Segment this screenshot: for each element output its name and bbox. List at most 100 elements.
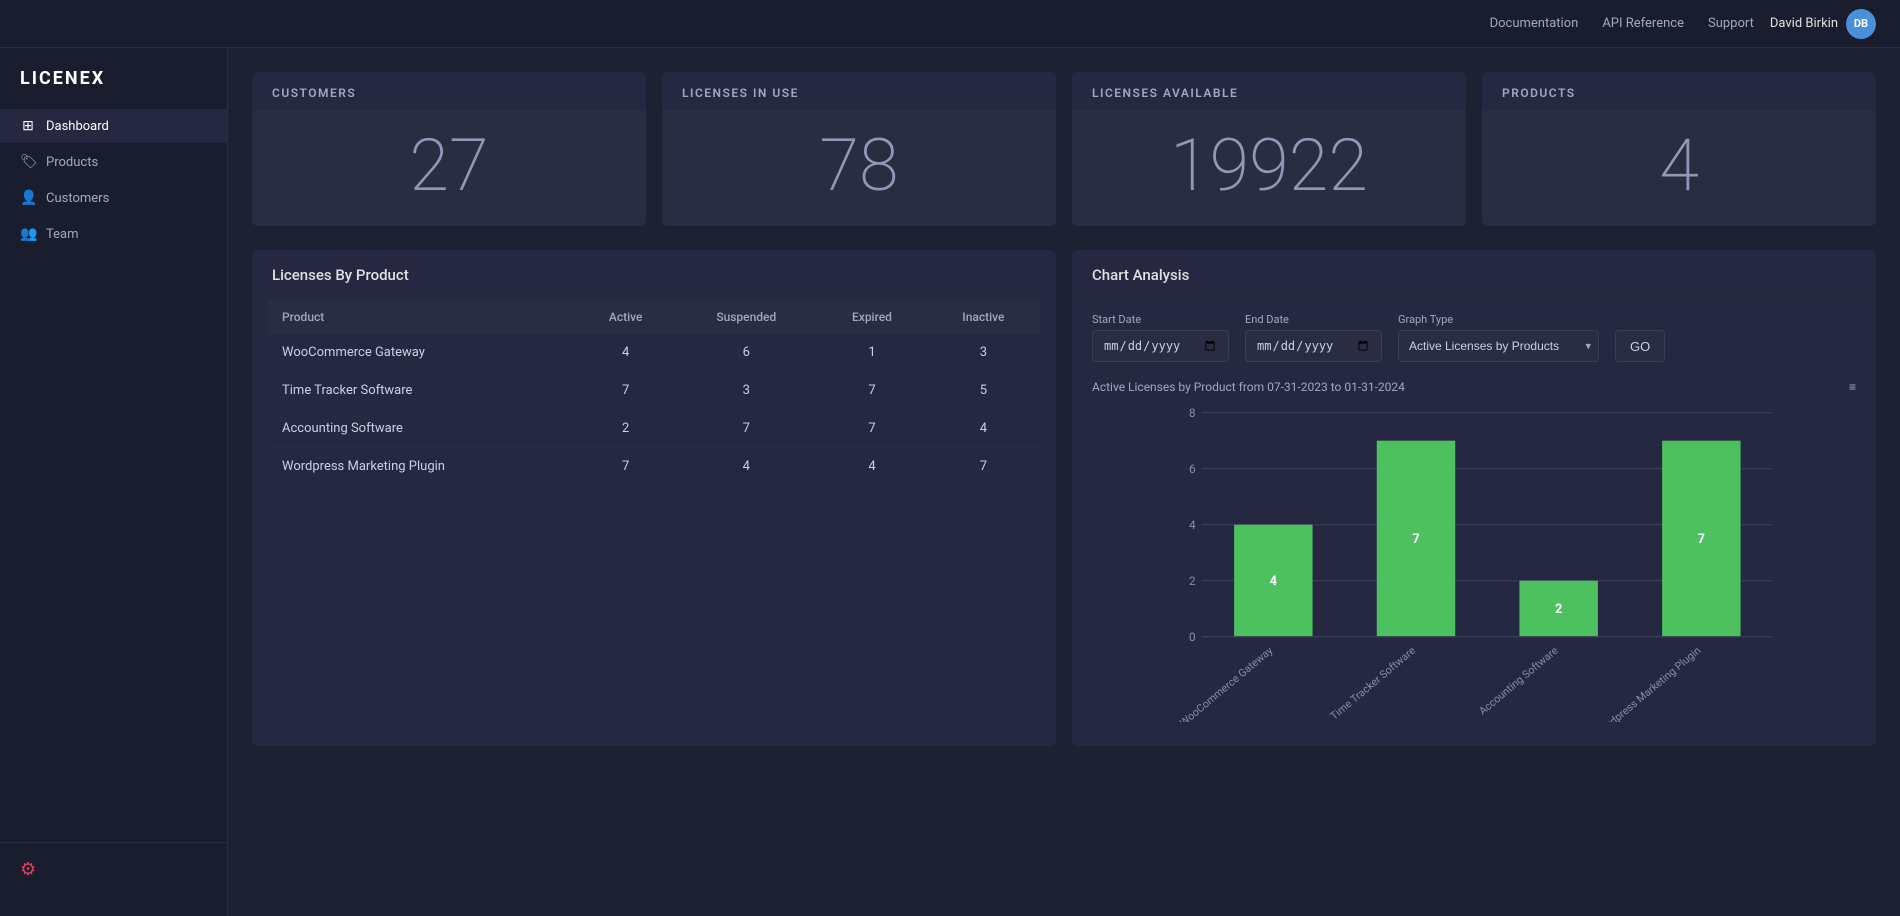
person-icon: 👤	[20, 190, 36, 206]
sidebar-item-team[interactable]: 👥 Team	[0, 217, 227, 251]
cell-suspended: 4	[675, 448, 817, 486]
cell-active: 7	[576, 372, 675, 410]
svg-text:7: 7	[1412, 532, 1419, 547]
stats-row: CUSTOMERS 27 LICENSES IN USE 78 LICENSES…	[252, 72, 1876, 226]
stat-card-licenses-available: LICENSES AVAILABLE 19922	[1072, 72, 1466, 226]
main-content: CUSTOMERS 27 LICENSES IN USE 78 LICENSES…	[228, 48, 1900, 916]
sidebar-label-customers: Customers	[46, 191, 109, 206]
team-icon: 👥	[20, 226, 36, 242]
sidebar-label-dashboard: Dashboard	[46, 119, 109, 134]
stat-label-licenses-in-use: LICENSES IN USE	[662, 72, 1056, 110]
table-row: Time Tracker Software 7 3 7 5	[268, 372, 1040, 410]
col-suspended: Suspended	[675, 300, 817, 334]
sidebar-footer: ⚙	[0, 842, 227, 896]
chart-menu-icon[interactable]: ≡	[1849, 380, 1856, 394]
cell-inactive: 5	[927, 372, 1040, 410]
start-date-group: Start Date	[1092, 313, 1229, 362]
api-reference-link[interactable]: API Reference	[1602, 16, 1684, 31]
svg-text:8: 8	[1189, 406, 1196, 420]
graph-type-select[interactable]: Active Licenses by ProductsActive Licens…	[1398, 330, 1599, 362]
chart-panel-title: Chart Analysis	[1072, 250, 1876, 299]
svg-text:Accounting Software: Accounting Software	[1476, 644, 1561, 718]
licenses-panel-title: Licenses By Product	[252, 250, 1056, 300]
sidebar-item-customers[interactable]: 👤 Customers	[0, 181, 227, 215]
cell-product: Time Tracker Software	[268, 372, 576, 410]
cell-expired: 4	[817, 448, 927, 486]
stat-value-products: 4	[1482, 110, 1876, 226]
cell-active: 4	[576, 334, 675, 372]
stat-card-customers: CUSTOMERS 27	[252, 72, 646, 226]
user-badge[interactable]: David Birkin DB	[1770, 9, 1876, 39]
sidebar-nav: ⊞ Dashboard 🏷 Products 👤 Customers 👥 Tea…	[0, 109, 227, 251]
cell-product: Accounting Software	[268, 410, 576, 448]
stat-card-licenses-in-use: LICENSES IN USE 78	[662, 72, 1056, 226]
sidebar-label-team: Team	[46, 227, 79, 242]
cell-active: 2	[576, 410, 675, 448]
chart-controls: Start Date End Date Graph Type Active Li…	[1072, 299, 1876, 376]
start-date-label: Start Date	[1092, 313, 1229, 326]
licenses-panel-body: Product Active Suspended Expired Inactiv…	[252, 300, 1056, 501]
svg-text:WooCommerce Gateway: WooCommerce Gateway	[1177, 644, 1275, 722]
col-expired: Expired	[817, 300, 927, 334]
table-row: WooCommerce Gateway 4 6 1 3	[268, 334, 1040, 372]
chart-panel: Chart Analysis Start Date End Date Graph…	[1072, 250, 1876, 746]
cell-product: WooCommerce Gateway	[268, 334, 576, 372]
topnav: Documentation API Reference Support Davi…	[0, 0, 1900, 48]
licenses-table: Product Active Suspended Expired Inactiv…	[268, 300, 1040, 485]
stat-label-licenses-available: LICENSES AVAILABLE	[1072, 72, 1466, 110]
cell-suspended: 7	[675, 410, 817, 448]
stat-card-products: PRODUCTS 4	[1482, 72, 1876, 226]
svg-text:6: 6	[1189, 462, 1196, 476]
support-link[interactable]: Support	[1708, 16, 1754, 31]
cell-expired: 7	[817, 410, 927, 448]
cell-active: 7	[576, 448, 675, 486]
end-date-input[interactable]	[1245, 330, 1382, 362]
bottom-section: Licenses By Product Product Active Suspe…	[252, 250, 1876, 746]
go-button[interactable]: GO	[1615, 330, 1665, 362]
svg-text:7: 7	[1698, 532, 1705, 547]
sidebar-item-products[interactable]: 🏷 Products	[0, 145, 227, 179]
topnav-links: Documentation API Reference Support	[1490, 16, 1754, 31]
svg-text:4: 4	[1270, 574, 1277, 589]
licenses-panel: Licenses By Product Product Active Suspe…	[252, 250, 1056, 746]
col-active: Active	[576, 300, 675, 334]
documentation-link[interactable]: Documentation	[1490, 16, 1579, 31]
graph-type-group: Graph Type Active Licenses by ProductsAc…	[1398, 313, 1599, 362]
app-layout: LICENEX ⊞ Dashboard 🏷 Products 👤 Custome…	[0, 48, 1900, 916]
table-row: Wordpress Marketing Plugin 7 4 4 7	[268, 448, 1040, 486]
svg-text:2: 2	[1189, 574, 1196, 588]
cell-expired: 1	[817, 334, 927, 372]
dashboard-icon: ⊞	[20, 118, 36, 134]
table-row: Accounting Software 2 7 7 4	[268, 410, 1040, 448]
sidebar-item-dashboard[interactable]: ⊞ Dashboard	[0, 109, 227, 143]
stat-label-products: PRODUCTS	[1482, 72, 1876, 110]
svg-text:0: 0	[1189, 630, 1196, 644]
svg-text:2: 2	[1555, 602, 1562, 617]
stat-value-licenses-available: 19922	[1072, 110, 1466, 226]
tag-icon: 🏷	[20, 154, 36, 170]
stat-label-customers: CUSTOMERS	[252, 72, 646, 110]
end-date-group: End Date	[1245, 313, 1382, 362]
chart-area: 024684WooCommerce Gateway7Time Tracker S…	[1072, 402, 1876, 746]
stat-value-customers: 27	[252, 110, 646, 226]
col-product: Product	[268, 300, 576, 334]
settings-icon[interactable]: ⚙	[20, 859, 36, 880]
user-name: David Birkin	[1770, 16, 1838, 31]
cell-inactive: 4	[927, 410, 1040, 448]
svg-text:Wordpress Marketing Plugin: Wordpress Marketing Plugin	[1593, 644, 1704, 722]
sidebar-logo: LICENEX	[0, 68, 227, 109]
col-inactive: Inactive	[927, 300, 1040, 334]
graph-type-label: Graph Type	[1398, 313, 1599, 326]
sidebar-label-products: Products	[46, 155, 98, 170]
sidebar: LICENEX ⊞ Dashboard 🏷 Products 👤 Custome…	[0, 48, 228, 916]
cell-suspended: 6	[675, 334, 817, 372]
end-date-label: End Date	[1245, 313, 1382, 326]
bar-chart-svg: 024684WooCommerce Gateway7Time Tracker S…	[1092, 402, 1856, 722]
cell-inactive: 3	[927, 334, 1040, 372]
cell-product: Wordpress Marketing Plugin	[268, 448, 576, 486]
chart-description: Active Licenses by Product from 07-31-20…	[1072, 376, 1876, 402]
start-date-input[interactable]	[1092, 330, 1229, 362]
graph-type-select-wrapper: Active Licenses by ProductsActive Licens…	[1398, 330, 1599, 362]
cell-expired: 7	[817, 372, 927, 410]
user-avatar: DB	[1846, 9, 1876, 39]
